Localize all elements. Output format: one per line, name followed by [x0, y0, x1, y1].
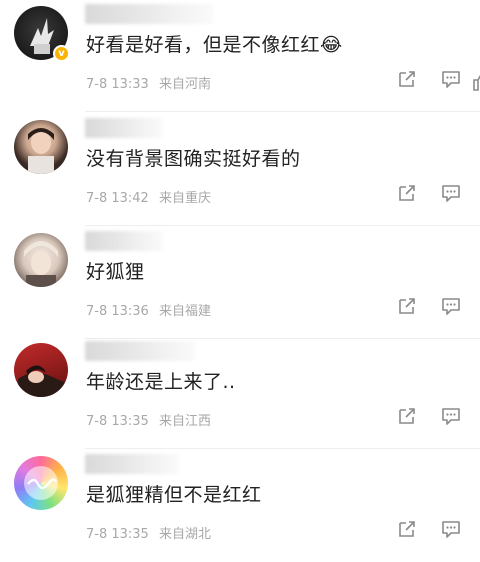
- divider: [85, 448, 480, 449]
- comment-item: 是狐狸精但不是红红 7-8 13:35 来自湖北: [0, 450, 480, 562]
- divider: [85, 111, 480, 112]
- comment-meta: 7-8 13:36 来自福建: [86, 300, 211, 319]
- comment-icon[interactable]: [440, 405, 462, 427]
- avatar[interactable]: [14, 233, 68, 287]
- comment-item: 好狐狸 7-8 13:36 来自福建: [0, 227, 480, 339]
- comment-icon[interactable]: [440, 295, 462, 317]
- avatar[interactable]: [14, 343, 68, 397]
- avatar[interactable]: [14, 456, 68, 510]
- comment-time: 7-8 13:42: [86, 191, 149, 206]
- username-blurred[interactable]: [85, 118, 163, 138]
- comment-text: 年龄还是上来了..: [86, 371, 236, 393]
- comment-location: 来自河南: [158, 77, 211, 92]
- comment-meta: 7-8 13:35 来自湖北: [86, 523, 211, 542]
- verified-badge-icon: v: [53, 45, 70, 62]
- share-icon[interactable]: [396, 405, 418, 427]
- comment-location: 来自福建: [158, 304, 211, 319]
- username-blurred[interactable]: [85, 231, 163, 251]
- share-icon[interactable]: [396, 295, 418, 317]
- avatar[interactable]: v: [14, 6, 70, 62]
- avatar[interactable]: [14, 120, 68, 174]
- comment-time: 7-8 13:35: [86, 414, 149, 429]
- comment-icon[interactable]: [440, 68, 462, 90]
- comment-text: 好狐狸: [86, 261, 145, 283]
- comment-meta: 7-8 13:35 来自江西: [86, 410, 211, 429]
- comment-text: 没有背景图确实挺好看的: [86, 148, 301, 170]
- comment-time: 7-8 13:35: [86, 527, 149, 542]
- comment-item: v 好看是好看，但是不像红红😂 7-8 13:33 来自河南: [0, 0, 480, 112]
- comment-item: 年龄还是上来了.. 7-8 13:35 来自江西: [0, 337, 480, 449]
- like-icon[interactable]: [472, 70, 480, 92]
- comment-text: 是狐狸精但不是红红: [86, 484, 262, 506]
- comment-icon[interactable]: [440, 182, 462, 204]
- comment-location: 来自湖北: [158, 527, 211, 542]
- username-blurred[interactable]: [85, 454, 179, 474]
- comment-meta: 7-8 13:42 来自重庆: [86, 187, 211, 206]
- comment-time: 7-8 13:33: [86, 77, 149, 92]
- comment-location: 来自重庆: [158, 191, 211, 206]
- comment-meta: 7-8 13:33 来自河南: [86, 73, 211, 92]
- divider: [85, 225, 480, 226]
- share-icon[interactable]: [396, 182, 418, 204]
- username-blurred[interactable]: [85, 341, 195, 361]
- comment-location: 来自江西: [158, 414, 211, 429]
- username-blurred[interactable]: [85, 4, 213, 24]
- comment-item: 没有背景图确实挺好看的 7-8 13:42 来自重庆: [0, 114, 480, 226]
- comment-time: 7-8 13:36: [86, 304, 149, 319]
- share-icon[interactable]: [396, 518, 418, 540]
- comment-text: 好看是好看，但是不像红红😂: [86, 34, 343, 56]
- comment-icon[interactable]: [440, 518, 462, 540]
- share-icon[interactable]: [396, 68, 418, 90]
